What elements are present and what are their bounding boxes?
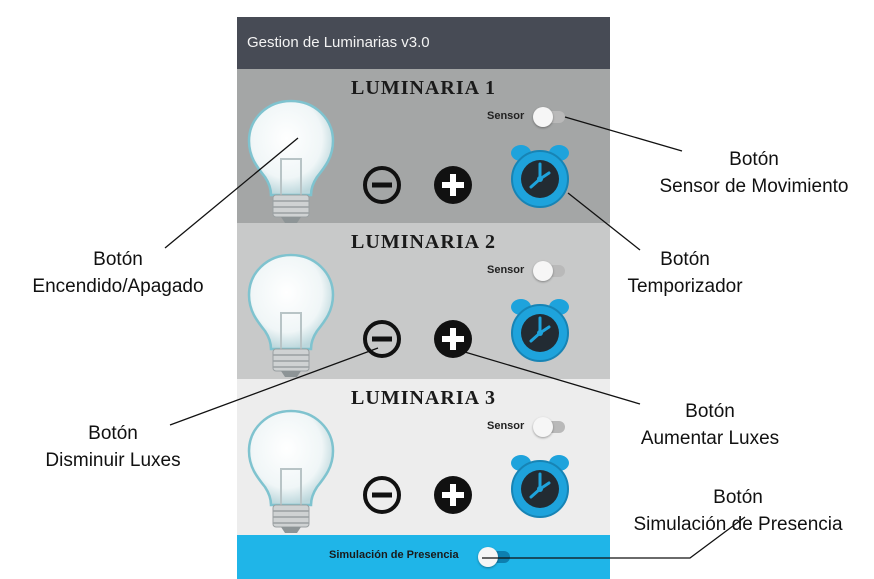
alarm-clock-icon[interactable]: [507, 453, 573, 519]
minus-circle-icon[interactable]: [362, 475, 402, 515]
callout-heading: Botón: [713, 487, 763, 508]
callout-heading: Botón: [660, 249, 710, 270]
light-bulb-icon[interactable]: [243, 407, 339, 533]
presence-switch[interactable]: [478, 547, 510, 567]
callout-heading: Botón: [93, 249, 143, 270]
presence-label: Simulación de Presencia: [329, 549, 459, 561]
plus-circle-icon[interactable]: [433, 319, 473, 359]
callout-text: Simulación de Presencia: [633, 514, 843, 535]
sensor-label: Sensor: [487, 110, 525, 122]
sensor-switch[interactable]: [533, 417, 565, 437]
app-title: Gestion de Luminarias v3.0: [237, 17, 610, 69]
sensor-toggle: Sensor: [487, 107, 597, 127]
callout-power: Botón Encendido/Apagado: [4, 246, 232, 300]
callout-increase: Botón Aumentar Luxes: [615, 398, 805, 452]
sensor-label: Sensor: [487, 264, 525, 276]
alarm-clock-icon[interactable]: [507, 143, 573, 209]
luminaria-panel-2: LUMINARIA 2 Sensor: [237, 223, 610, 379]
plus-circle-icon[interactable]: [433, 165, 473, 205]
callout-text: Temporizador: [627, 276, 743, 297]
callout-text: Sensor de Movimiento: [659, 176, 849, 197]
callout-text: Aumentar Luxes: [640, 428, 780, 449]
callout-heading: Botón: [685, 401, 735, 422]
plus-circle-icon[interactable]: [433, 475, 473, 515]
app-screen: Gestion de Luminarias v3.0 LUMINARIA 1 S…: [237, 17, 610, 579]
presence-bar: Simulación de Presencia: [237, 535, 610, 579]
callout-presence: Botón Simulación de Presencia: [604, 484, 872, 538]
sensor-toggle: Sensor: [487, 417, 597, 437]
alarm-clock-icon[interactable]: [507, 297, 573, 363]
callout-text: Encendido/Apagado: [32, 276, 204, 297]
callout-decrease: Botón Disminuir Luxes: [18, 420, 208, 474]
callout-heading: Botón: [88, 423, 138, 444]
callout-heading: Botón: [729, 149, 779, 170]
minus-circle-icon[interactable]: [362, 165, 402, 205]
switch-knob: [533, 261, 553, 281]
switch-knob: [533, 107, 553, 127]
callout-text: Disminuir Luxes: [45, 450, 181, 471]
switch-knob: [533, 417, 553, 437]
sensor-toggle: Sensor: [487, 261, 597, 281]
sensor-switch[interactable]: [533, 107, 565, 127]
luminaria-panel-3: LUMINARIA 3 Sensor: [237, 379, 610, 535]
callout-timer: Botón Temporizador: [615, 246, 755, 300]
sensor-label: Sensor: [487, 420, 525, 432]
luminaria-panel-1: LUMINARIA 1 Sensor: [237, 69, 610, 223]
switch-knob: [478, 547, 498, 567]
sensor-switch[interactable]: [533, 261, 565, 281]
callout-sensor: Botón Sensor de Movimiento: [640, 146, 868, 200]
light-bulb-icon[interactable]: [243, 97, 339, 223]
light-bulb-icon[interactable]: [243, 251, 339, 377]
minus-circle-icon[interactable]: [362, 319, 402, 359]
